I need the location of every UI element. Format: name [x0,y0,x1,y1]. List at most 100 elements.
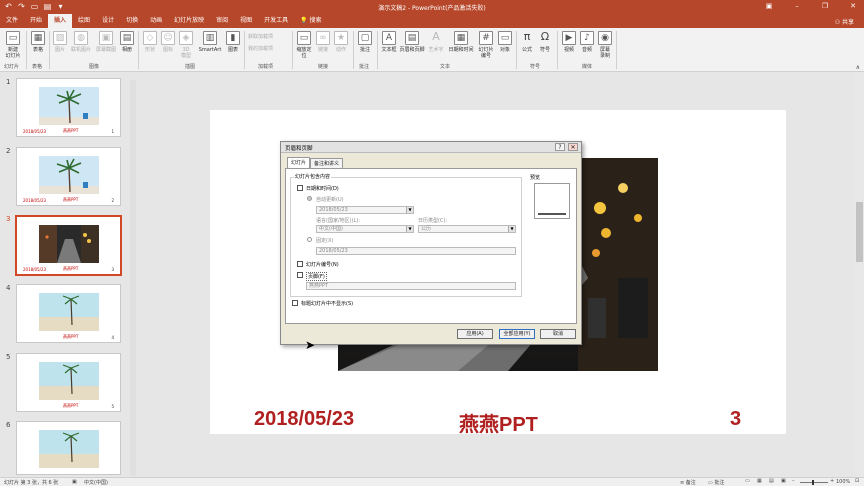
link-button[interactable]: ∞ 链接 [315,31,331,53]
shapes-button[interactable]: ◇ 形状 [142,31,158,53]
zoom-out-icon[interactable]: – [792,478,795,484]
get-addins-button[interactable]: 获取加载项 [248,34,288,40]
fixed-date-input[interactable]: 2018/05/23 [316,247,516,255]
language-status[interactable]: 中文(中国) [84,479,108,486]
comment-button[interactable]: ▢ 批注 [357,31,373,53]
screenshot-button[interactable]: ▣ 屏幕截图 [94,31,118,53]
slide-scrollbar[interactable] [855,72,864,477]
fixed-radio[interactable] [307,237,312,242]
thumbnail-date: 2018/05/23 [23,129,47,134]
tab-home[interactable]: 开始 [24,14,48,28]
slide-number-checkbox[interactable] [297,261,303,267]
tab-view[interactable]: 视图 [234,14,258,28]
dialog-tab-slide[interactable]: 幻灯片 [287,157,311,168]
tab-insert[interactable]: 插入 [48,14,73,28]
slide-footer-brand[interactable]: 燕燕PPT [459,408,538,437]
tab-draw[interactable]: 绘图 [72,14,96,28]
wordart-button[interactable]: A 艺术字 [427,31,445,54]
thumbnail-slide-1[interactable]: 2018/05/23 燕燕PPT 1 [16,78,121,137]
collapse-ribbon-icon[interactable]: ∧ [856,64,860,71]
video-button[interactable]: ▶ 视频 [561,31,577,53]
group-label-addins: 加载项 [258,64,274,70]
auto-date-dropdown[interactable]: 2018/05/23 ▼ [316,206,414,214]
thumbnail-slide-4[interactable]: 燕燕PPT 4 [16,284,121,343]
smartart-button[interactable]: ▥ SmartArt [197,31,223,53]
zoom-slider-thumb[interactable] [812,480,814,485]
auto-update-radio[interactable] [307,196,312,201]
footer-text-input[interactable]: 燕燕PPT [306,282,516,290]
picture-button[interactable]: ▨ 图片 [52,31,68,53]
zoom-in-icon[interactable]: + [830,478,834,484]
present-icon[interactable]: ▤ [43,2,52,11]
share-button[interactable]: ⚇ 共享 [835,17,854,26]
apply-button[interactable]: 应用(A) [457,329,493,339]
tab-review[interactable]: 审阅 [210,14,234,28]
header-footer-dialog: 页眉和页脚 ? ✕ 幻灯片 备注和讲义 幻灯片包含内容 日期和时间(D) 自动更… [280,141,582,345]
thumbnail-slide-3[interactable]: 2018/05/23 燕燕PPT 3 [15,215,122,276]
normal-view-icon[interactable]: ▭ [745,478,750,484]
ribbon-display-icon[interactable]: ▣ [762,1,776,12]
tab-animations[interactable]: 动画 [144,14,168,28]
window-title: 演示文稿2 - PowerPoint(产品激活失败) [378,5,486,12]
dialog-help-button[interactable]: ? [555,143,565,151]
save-icon[interactable]: ▭ [30,2,39,11]
redo-icon[interactable]: ↷ [17,2,26,11]
icons-button[interactable]: ☺ 图标 [160,31,176,53]
hide-on-title-checkbox[interactable] [292,300,298,306]
header-footer-button[interactable]: ▤ 页眉和页脚 [399,31,425,53]
chart-button[interactable]: ▮ 图表 [225,31,241,53]
dialog-tab-notes-handouts[interactable]: 备注和讲义 [310,158,344,168]
spellcheck-icon[interactable]: ▣ [72,479,77,485]
comments-button[interactable]: ▭ 批注 [708,479,724,486]
tab-transitions[interactable]: 切换 [120,14,144,28]
calendar-dropdown[interactable]: 公历 ▼ [418,225,516,233]
3d-model-button[interactable]: ◈ 3D 模型 [178,31,194,59]
new-slide-button[interactable]: ▭ 新建 幻灯片 [4,31,22,59]
dialog-close-button[interactable]: ✕ [568,143,578,151]
table-button[interactable]: ▦ 表格 [30,31,46,53]
group-label-table: 表格 [32,64,43,70]
audio-button[interactable]: ♪ 音频 [579,31,595,53]
thumbnail-slide-2[interactable]: 2018/05/23 燕燕PPT 2 [16,147,121,206]
zoom-level[interactable]: 100% [836,479,850,485]
thumbnail-slide-5[interactable]: 燕燕PPT 5 [16,353,121,412]
symbol-button[interactable]: Ω 符号 [537,31,553,54]
footer-checkbox[interactable] [297,272,303,278]
scrollbar-thumb[interactable] [856,202,863,262]
slide-footer-number[interactable]: 3 [730,408,741,431]
tab-slideshow[interactable]: 幻灯片放映 [168,14,210,28]
slide-sorter-icon[interactable]: ▦ [757,478,762,484]
thumbnail-scrollbar[interactable] [130,80,136,476]
slide-number-button[interactable]: # 幻灯片 编号 [477,31,495,59]
cancel-button[interactable]: 取消 [540,329,576,339]
close-icon[interactable]: ✕ [846,1,860,12]
zoom-button[interactable]: ▭ 缩放定 位 [295,31,313,59]
qat-more-icon[interactable]: ▾ [56,2,65,11]
reading-view-icon[interactable]: ▤ [769,478,774,484]
apply-all-button[interactable]: 全部应用(Y) [499,329,535,339]
notes-button[interactable]: ≡ 备注 [680,479,696,486]
object-button[interactable]: ▭ 对象 [497,31,513,53]
tab-search[interactable]: 💡 搜索 [294,14,327,28]
album-button[interactable]: ▤ 相册 [119,31,135,53]
equation-button[interactable]: π 公式 [519,31,535,54]
fit-slide-icon[interactable]: ⊡ [855,478,859,484]
action-button[interactable]: ★ 动作 [333,31,349,53]
language-dropdown[interactable]: 中文(中国) ▼ [316,225,414,233]
slide-footer-date[interactable]: 2018/05/23 [254,408,354,431]
thumbnail-slide-6[interactable] [16,421,121,475]
tab-developer[interactable]: 开发工具 [258,14,294,28]
minimize-icon[interactable]: – [790,1,804,12]
online-picture-button[interactable]: ◍ 联机图片 [69,31,93,53]
tab-design[interactable]: 设计 [96,14,120,28]
slideshow-icon[interactable]: ▣ [781,478,786,484]
zoom-slider[interactable] [800,482,828,483]
textbox-button[interactable]: A 文本框 [380,31,398,53]
tab-file[interactable]: 文件 [0,14,24,28]
date-time-checkbox[interactable] [297,185,303,191]
my-addins-button[interactable]: 我的加载项 [248,46,288,52]
screen-record-button[interactable]: ◉ 屏幕 录制 [597,31,613,59]
undo-icon[interactable]: ↶ [4,2,13,11]
date-time-button[interactable]: ▦ 日期和时间 [447,31,475,53]
maximize-icon[interactable]: ❐ [818,1,832,12]
